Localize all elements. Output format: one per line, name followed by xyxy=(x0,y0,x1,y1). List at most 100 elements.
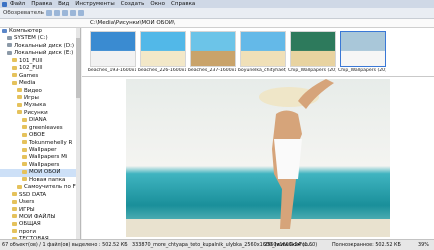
thumbnail[interactable]: Chip_Wallpapers (20)... xyxy=(338,31,386,75)
thumbnail[interactable]: beaches_226-1600x1... xyxy=(138,31,186,75)
tree-item[interactable]: Самоучитель по FL xyxy=(0,184,80,191)
app-icon xyxy=(2,1,7,7)
drive-icon xyxy=(7,50,12,55)
tree-item[interactable]: проги xyxy=(0,229,80,236)
tree-item[interactable]: Локальный диск (E:) xyxy=(0,50,80,57)
thumbnail-caption: beaches_226-1600x1... xyxy=(138,68,186,73)
tree-item-label: OBOE xyxy=(29,132,45,139)
tree-item[interactable]: ИГРЫ xyxy=(0,207,80,214)
folder-icon xyxy=(17,88,22,92)
thumbnail-caption: beaches_193-1600x1... xyxy=(88,68,136,73)
folder-icon xyxy=(17,184,22,189)
tree-item[interactable]: Видео xyxy=(0,88,80,95)
tree-item-label: Компьютер xyxy=(9,28,42,34)
tree-item-label: ОБЩАЯ xyxy=(19,221,41,228)
folder-icon xyxy=(12,80,17,85)
tree-item-label: SSD DATA xyxy=(19,191,47,198)
thumbnail[interactable]: boyunelka_chityhaet_... xyxy=(238,31,286,75)
folder-icon xyxy=(17,110,22,115)
folder-icon xyxy=(22,162,27,167)
tree-item[interactable]: SSD DATA xyxy=(0,192,80,199)
tree-item[interactable]: МОИ ФАЙЛЫ xyxy=(0,214,80,221)
tree-item[interactable]: Users xyxy=(0,199,80,206)
folder-icon xyxy=(12,58,17,63)
tree-item-label: Users xyxy=(19,199,35,206)
status-size: Полноэкранное: 502.52 КБ xyxy=(332,242,401,248)
tree-item[interactable]: Компьютер xyxy=(0,28,80,35)
tree-item[interactable]: Games xyxy=(0,73,80,80)
thumbnail[interactable]: Chip_Wallpapers (20)... xyxy=(288,31,336,75)
thumbnail-caption: boyunelka_chityhaet_... xyxy=(238,68,286,73)
tree-item-label: ИГРЫ xyxy=(19,206,35,213)
tree-item-label: greenleaves xyxy=(29,124,63,131)
tree-item[interactable]: OBOE xyxy=(0,132,80,139)
tree-item-label: DIANA xyxy=(29,117,47,124)
tree-item[interactable]: 102_FUll xyxy=(0,65,80,72)
tree-item[interactable]: МОИ ОБОИ xyxy=(0,169,80,177)
tree-item[interactable]: Wallpaper xyxy=(0,147,80,154)
folder-icon xyxy=(17,95,22,100)
tree-item-label: МОИ ФАЙЛЫ xyxy=(19,213,56,220)
status-count: 67 объект(ов) / 1 файл(ов) выделено : 50… xyxy=(2,242,128,248)
tree-item[interactable]: greenleaves xyxy=(0,125,80,132)
tree-item-label: Игры xyxy=(24,94,39,101)
thumbnail-image xyxy=(290,31,336,67)
tree-item[interactable]: SYSTEM (C:) xyxy=(0,35,80,42)
path-text[interactable]: C:\Media\Рисунки\МОИ ОБОИ\ xyxy=(90,20,175,26)
tree-item-label: SYSTEM (C:) xyxy=(14,35,48,42)
tree-item[interactable]: Wallpapers Mi xyxy=(0,154,80,161)
refresh-icon[interactable] xyxy=(69,10,76,16)
thumbnail-image xyxy=(90,31,136,67)
status-dims: 2560x1600x24 (1.60) xyxy=(264,242,318,248)
tree-item-label: Media xyxy=(19,80,36,87)
tree-item-label: 102_FUll xyxy=(19,65,43,72)
folder-icon xyxy=(22,125,27,130)
status-bar: 67 объект(ов) / 1 файл(ов) выделено : 50… xyxy=(0,239,434,250)
menu-help[interactable]: Справка xyxy=(171,1,195,7)
thumbnail-image xyxy=(140,31,186,67)
beach-photo xyxy=(126,79,390,237)
thumbnail-image xyxy=(340,31,386,67)
tree-item[interactable]: Tokunmehelly R xyxy=(0,140,80,147)
thumbnail-caption: Chip_Wallpapers (20)... xyxy=(288,68,336,73)
tree-item-label: МОИ ОБОИ xyxy=(29,169,61,176)
tree-item-label: Новая папка xyxy=(29,176,66,183)
tree-item[interactable]: DIANA xyxy=(0,117,80,124)
tree-item[interactable]: ОБЩАЯ xyxy=(0,221,80,228)
forward-icon[interactable] xyxy=(53,10,60,16)
tree-item-label: Wallpapers xyxy=(29,161,60,168)
thumbnail[interactable]: beaches_237-1600x1... xyxy=(188,31,236,75)
preview-image[interactable] xyxy=(126,79,390,237)
menu-create[interactable]: Создать xyxy=(121,1,145,7)
folder-icon xyxy=(12,229,17,234)
tree-item[interactable]: Рисунки xyxy=(0,110,80,117)
folder-icon xyxy=(12,199,17,204)
tree-item-label: Локальный диск (D:) xyxy=(14,42,75,49)
tree-scrollbar[interactable] xyxy=(76,28,80,239)
menu-view[interactable]: Вид xyxy=(58,1,69,7)
tree-item-label: Wallpapers Mi xyxy=(29,154,68,161)
browse-button[interactable]: Обозреватель xyxy=(3,10,44,16)
up-icon[interactable] xyxy=(61,10,68,16)
folder-icon xyxy=(22,154,27,159)
thumbnail[interactable]: beaches_193-1600x1... xyxy=(88,31,136,75)
tree-item[interactable]: Музыка xyxy=(0,102,80,109)
folder-icon xyxy=(22,140,27,145)
menu-tools[interactable]: Инструменты xyxy=(75,1,114,7)
folder-icon xyxy=(12,73,17,78)
image-viewer xyxy=(82,77,434,239)
tree-item[interactable]: Игры xyxy=(0,95,80,102)
folder-icon xyxy=(12,65,17,70)
menu-window[interactable]: Окно xyxy=(150,1,165,7)
tree-item[interactable]: 101_FUll xyxy=(0,58,80,65)
back-icon[interactable] xyxy=(45,10,52,16)
menu-file[interactable]: Файл xyxy=(10,1,25,7)
path-bar: C:\Media\Рисунки\МОИ ОБОИ\ xyxy=(0,19,434,28)
tree-item[interactable]: Wallpapers xyxy=(0,162,80,169)
tree-item[interactable]: Media xyxy=(0,80,80,87)
menu-edit[interactable]: Правка xyxy=(31,1,52,7)
view-icon[interactable] xyxy=(77,10,84,16)
tree-scrollbar-thumb[interactable] xyxy=(76,38,80,98)
tree-item-label: Музыка xyxy=(24,102,46,109)
tree-item[interactable]: Новая папка xyxy=(0,177,80,184)
